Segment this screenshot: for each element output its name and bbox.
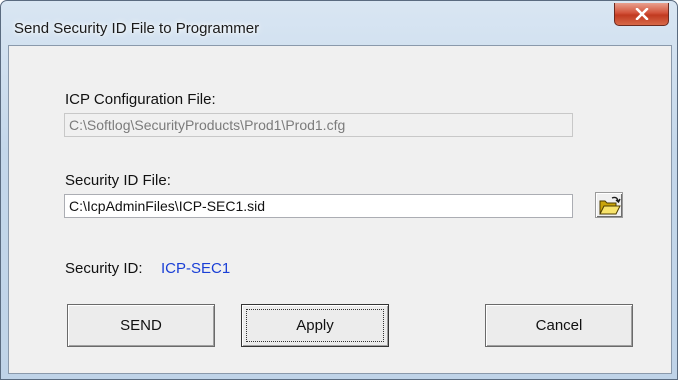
icp-config-field: C:\Softlog\SecurityProducts\Prod1\Prod1.… <box>64 113 573 137</box>
dialog-client-area: ICP Configuration File: C:\Softlog\Secur… <box>8 45 672 374</box>
security-id-value: ICP-SEC1 <box>161 260 231 277</box>
icp-config-label: ICP Configuration File: <box>65 91 216 108</box>
browse-button[interactable] <box>595 192 623 218</box>
window-title: Send Security ID File to Programmer <box>14 20 260 37</box>
close-button[interactable] <box>614 3 669 26</box>
apply-button-label: Apply <box>296 317 334 334</box>
close-icon <box>635 8 649 20</box>
apply-button[interactable]: Apply <box>241 304 389 347</box>
cancel-button[interactable]: Cancel <box>485 304 633 347</box>
send-button[interactable]: SEND <box>67 304 215 347</box>
security-id-file-label: Security ID File: <box>65 172 171 189</box>
dialog-window: Send Security ID File to Programmer ICP … <box>0 0 678 380</box>
security-id-file-field[interactable]: C:\IcpAdminFiles\ICP-SEC1.sid <box>64 194 573 218</box>
security-id-label: Security ID: <box>65 260 143 277</box>
title-bar[interactable]: Send Security ID File to Programmer <box>1 1 677 45</box>
open-folder-icon <box>599 196 621 215</box>
